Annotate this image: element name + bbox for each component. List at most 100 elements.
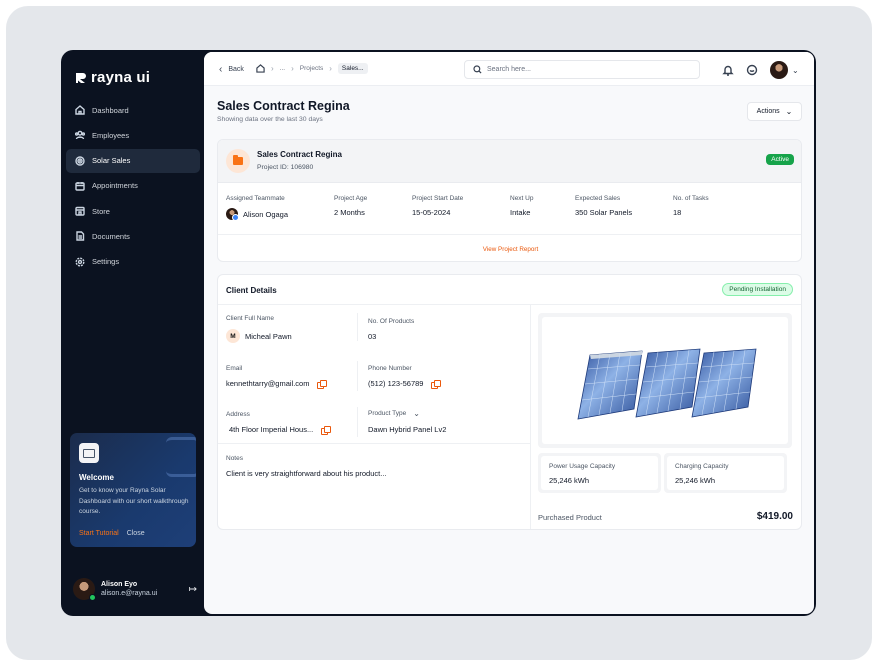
chevron-right-icon: ›: [329, 64, 332, 73]
breadcrumb-item-projects[interactable]: Projects: [300, 65, 323, 72]
copy-icon[interactable]: [317, 379, 327, 389]
search-icon: [473, 65, 482, 74]
avatar: M: [226, 329, 240, 343]
field-value: 03: [368, 332, 377, 341]
users-icon: [75, 130, 85, 140]
section-title: Client Details: [226, 286, 277, 295]
bell-icon[interactable]: [722, 64, 734, 76]
project-header: Sales Contract Regina Project ID: 106980…: [218, 140, 801, 183]
chat-icon[interactable]: [746, 64, 758, 76]
chevron-down-icon[interactable]: ⌄: [413, 409, 420, 418]
capacity-label: Charging Capacity: [675, 463, 729, 470]
sidebar-nav: Dashboard Employees Solar Sales Appointm…: [66, 98, 200, 275]
copy-icon[interactable]: [321, 425, 331, 435]
stat-tasks: No. of Tasks 18: [673, 195, 709, 217]
user-email: alison.e@rayna.ui: [101, 590, 158, 597]
power-usage-card: Power Usage Capacity 25,246 kWh: [538, 453, 661, 493]
sidebar-item-label: Appointments: [92, 181, 138, 191]
sidebar-item-store[interactable]: Store: [66, 199, 200, 223]
field-value: Micheal Pawn: [245, 331, 292, 341]
logo-text: rayna ui: [91, 69, 151, 86]
user-profile[interactable]: Alison Eyo alison.e@rayna.ui ↦: [73, 578, 197, 601]
divider: [357, 361, 358, 391]
actions-dropdown[interactable]: Actions ⌄: [747, 102, 802, 121]
home-icon[interactable]: [256, 64, 265, 73]
store-icon: [75, 206, 85, 216]
field-value: Client is very straightforward about his…: [226, 469, 387, 478]
search-input[interactable]: Search here...: [464, 60, 700, 79]
user-name: Alison Eyo: [101, 581, 138, 588]
monitor-icon: [79, 443, 99, 463]
welcome-decoration: [166, 437, 196, 477]
divider: [357, 313, 358, 341]
field-label: Address: [226, 411, 250, 418]
logo[interactable]: rayna ui: [75, 69, 150, 86]
sidebar-item-dashboard[interactable]: Dashboard: [66, 98, 200, 122]
start-tutorial-button[interactable]: Start Tutorial: [79, 530, 119, 537]
back-button[interactable]: ‹ Back: [219, 64, 244, 75]
stat-value: Intake: [510, 208, 531, 217]
breadcrumb-item[interactable]: ...: [280, 65, 285, 72]
capacity-value: 25,246 kWh: [675, 476, 716, 485]
sidebar-item-solar-sales[interactable]: Solar Sales: [66, 148, 200, 173]
sidebar-item-label: Store: [92, 206, 110, 216]
welcome-card: Welcome Get to know your Rayna Solar Das…: [70, 433, 196, 547]
sidebar-item-settings[interactable]: Settings: [66, 250, 200, 274]
sidebar-item-label: Documents: [92, 231, 130, 241]
sidebar-item-label: Solar Sales: [92, 156, 131, 166]
logo-icon: [76, 72, 86, 83]
breadcrumb-item-current[interactable]: Sales...: [337, 63, 368, 74]
product-type-field: Product Type ⌄ Dawn Hybrid Panel Lv2: [368, 409, 446, 434]
sidebar-item-label: Employees: [92, 130, 130, 140]
stat-start-date: Project Start Date 15-05-2024: [412, 195, 463, 217]
breadcrumb: › ... › Projects › Sales...: [256, 63, 368, 74]
welcome-actions: Start Tutorial Close: [79, 530, 145, 537]
page-subtitle: Showing data over the last 30 days: [217, 116, 323, 123]
gear-icon: [75, 257, 85, 267]
capacity-value: 25,246 kWh: [549, 476, 590, 485]
field-value: kennethtarry@gmail.com: [226, 379, 310, 388]
stat-value: 2 Months: [334, 208, 365, 217]
project-id: Project ID: 106980: [257, 164, 314, 171]
logout-icon[interactable]: ↦: [189, 584, 197, 595]
topbar-actions: ⌄: [722, 61, 799, 79]
sidebar-item-label: Dashboard: [92, 105, 129, 115]
sidebar-item-documents[interactable]: Documents: [66, 224, 200, 248]
field-label: Product Type: [368, 410, 407, 417]
chevron-left-icon: ‹: [219, 64, 223, 75]
copy-icon[interactable]: [431, 379, 441, 389]
project-card: Sales Contract Regina Project ID: 106980…: [217, 139, 802, 262]
view-project-report-link[interactable]: View Project Report: [218, 234, 801, 261]
online-status-dot: [89, 594, 96, 601]
sidebar-item-employees[interactable]: Employees: [66, 123, 200, 147]
products-count-field: No. Of Products 03: [368, 318, 414, 341]
calendar-icon: [75, 181, 85, 191]
field-value: Dawn Hybrid Panel Lv2: [368, 425, 447, 434]
field-label: Phone Number: [368, 365, 412, 372]
status-badge: Pending Installation: [722, 283, 793, 296]
chevron-down-icon: ⌄: [792, 65, 799, 75]
chevron-right-icon: ›: [291, 64, 294, 73]
avatar: [73, 578, 96, 601]
field-label: Email: [226, 365, 243, 372]
field-label: Notes: [226, 455, 243, 462]
sidebar-item-appointments[interactable]: Appointments: [66, 174, 200, 198]
stat-project-age: Project Age 2 Months: [334, 195, 367, 217]
stat-label: No. of Tasks: [673, 195, 709, 202]
product-image-frame: [538, 313, 792, 448]
project-title: Sales Contract Regina: [257, 150, 342, 159]
stat-label: Project Age: [334, 195, 368, 202]
target-icon: [75, 155, 85, 166]
project-stats: Assigned Teammate Alison Ogaga Project A…: [226, 195, 796, 225]
app-window: rayna ui Dashboard Employees Solar Sales…: [61, 50, 816, 616]
profile-menu[interactable]: ⌄: [770, 61, 799, 79]
divider: [218, 443, 530, 444]
page-title: Sales Contract Regina: [217, 99, 350, 113]
field-label: No. Of Products: [368, 318, 415, 325]
divider: [218, 304, 801, 305]
close-welcome-button[interactable]: Close: [127, 530, 145, 537]
stat-expected-sales: Expected Sales 350 Solar Panels: [575, 195, 632, 217]
welcome-description: Get to know your Rayna Solar Dashboard w…: [79, 487, 189, 515]
stat-value: 15-05-2024: [412, 208, 451, 217]
stat-label: Expected Sales: [575, 195, 621, 202]
